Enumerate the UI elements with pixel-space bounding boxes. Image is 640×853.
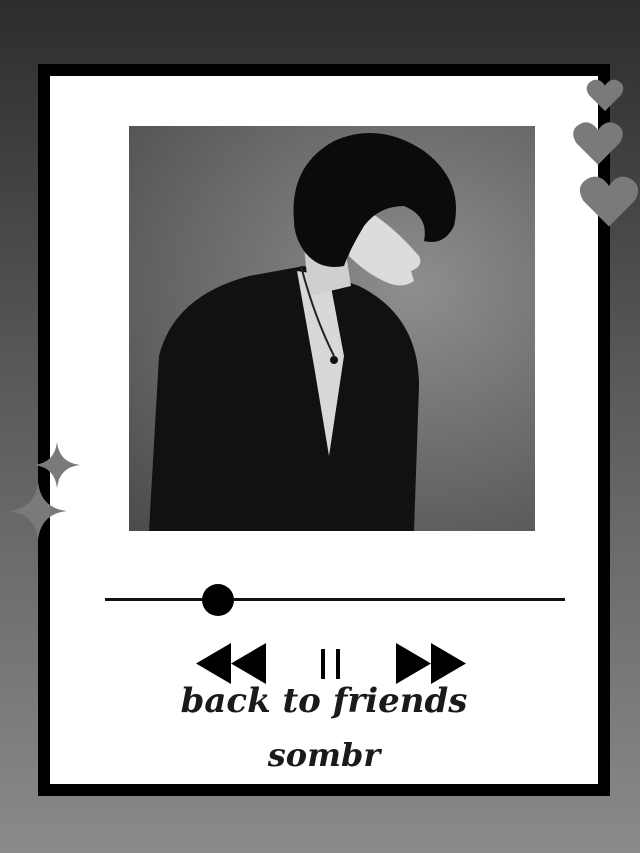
progress-knob[interactable] [201,584,234,616]
progress-track[interactable] [105,598,565,601]
playback-controls [196,641,476,686]
pause-button[interactable] [316,641,346,686]
fast-forward-icon [396,643,466,684]
sparkle-icon [9,482,67,540]
heart-icon [586,79,624,112]
player-panel: back to friends sombr [50,76,598,784]
heart-icon [579,176,639,227]
pause-icon [321,649,340,679]
fast-forward-button[interactable] [396,641,466,686]
artist-photo [149,133,456,531]
rewind-icon [196,643,266,684]
music-player-card: back to friends sombr [38,64,610,796]
heart-icon [573,122,623,165]
rewind-button[interactable] [196,641,266,686]
album-artwork [129,126,535,531]
song-title: back to friends [180,681,468,721]
progress-bar[interactable] [105,584,565,616]
artist-name: sombr [267,736,381,774]
